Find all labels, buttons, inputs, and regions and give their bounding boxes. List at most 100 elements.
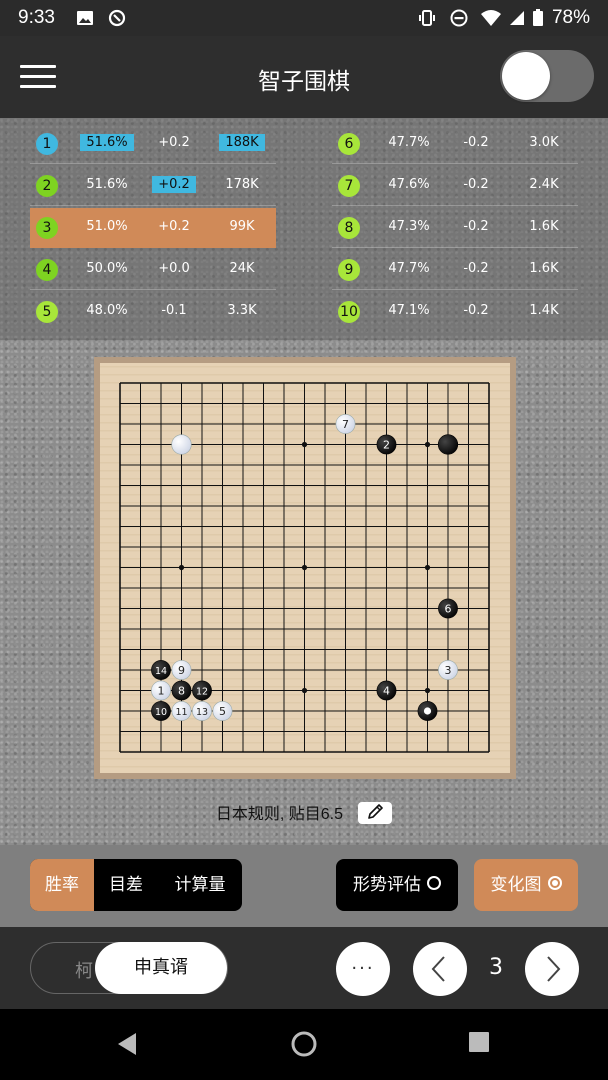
candidate-rank: 5 bbox=[36, 301, 58, 323]
bottom-controls: 柯 申真谞 ··· 3 bbox=[0, 927, 608, 1009]
variation-graph-label: 变化图 bbox=[490, 875, 542, 895]
last-move-marker bbox=[423, 707, 432, 715]
stone-label: 13 bbox=[196, 707, 208, 718]
stone-label: 8 bbox=[178, 684, 185, 697]
wifi-icon bbox=[481, 10, 501, 26]
rules-label: 日本规则, 贴目6.5 bbox=[0, 800, 608, 826]
stone-label: 3 bbox=[445, 664, 452, 677]
candidate-winrate: 47.6% bbox=[388, 177, 430, 192]
star-point bbox=[424, 441, 431, 448]
candidate-visits: 188K bbox=[216, 134, 268, 151]
candidate-moves-table: 1 51.6% +0.2 188K 2 51.6% +0.2 178K 3 51.0% +0.2 99… bbox=[0, 124, 608, 334]
candidate-score: -0.2 bbox=[463, 261, 489, 276]
candidate-rank: 1 bbox=[36, 133, 58, 155]
candidate-rank: 8 bbox=[338, 217, 360, 239]
candidate-row[interactable]: 6 47.7% -0.2 3.0K bbox=[332, 124, 578, 164]
candidate-rank: 10 bbox=[338, 301, 360, 323]
candidate-score: +0.2 bbox=[150, 176, 198, 193]
stone-label: 11 bbox=[175, 707, 187, 718]
player-switch[interactable]: 柯 申真谞 bbox=[30, 942, 228, 994]
white-stone bbox=[171, 434, 192, 455]
candidate-score: +0.2 bbox=[158, 135, 190, 150]
candidate-row[interactable]: 3 51.0% +0.2 99K bbox=[30, 208, 276, 248]
more-button[interactable]: ··· bbox=[336, 942, 390, 996]
status-time: 9:33 bbox=[18, 7, 55, 28]
stone-label: 5 bbox=[219, 705, 226, 718]
candidate-winrate: 51.6% bbox=[86, 177, 128, 192]
star-point bbox=[424, 687, 431, 694]
status-bar: 9:33 78% bbox=[0, 0, 608, 36]
candidate-rank: 2 bbox=[36, 175, 58, 197]
candidate-row[interactable]: 10 47.1% -0.2 1.4K bbox=[332, 292, 578, 332]
next-move-button[interactable] bbox=[525, 942, 579, 996]
back-triangle-icon[interactable] bbox=[116, 1031, 138, 1057]
candidate-rank: 9 bbox=[338, 259, 360, 281]
tab-winrate[interactable]: 胜率 bbox=[30, 859, 94, 911]
candidate-visits: 1.4K bbox=[529, 303, 559, 318]
candidate-winrate: 47.7% bbox=[388, 135, 430, 150]
tab-visits[interactable]: 计算量 bbox=[158, 859, 242, 911]
candidate-score: -0.2 bbox=[463, 303, 489, 318]
variation-graph-button[interactable]: 变化图 bbox=[474, 859, 578, 911]
star-point bbox=[178, 564, 185, 571]
chevron-right-icon bbox=[547, 956, 561, 982]
candidate-winrate: 51.0% bbox=[86, 219, 128, 234]
candidate-row[interactable]: 2 51.6% +0.2 178K bbox=[30, 166, 276, 206]
stone-label: 6 bbox=[445, 602, 452, 615]
battery-icon bbox=[533, 9, 543, 26]
home-circle-icon[interactable] bbox=[291, 1031, 317, 1057]
candidate-rank: 4 bbox=[36, 259, 58, 281]
candidate-rank: 3 bbox=[36, 217, 58, 239]
candidate-score: -0.2 bbox=[463, 177, 489, 192]
do-not-disturb-icon bbox=[450, 9, 468, 27]
black-stone bbox=[437, 434, 459, 455]
candidate-visits: 3.3K bbox=[227, 303, 257, 318]
candidate-row[interactable]: 8 47.3% -0.2 1.6K bbox=[332, 208, 578, 248]
previous-move-button[interactable] bbox=[413, 942, 467, 996]
vibrate-icon bbox=[419, 10, 435, 26]
go-board[interactable]: 2 7 6 3 4 14 91 8 12 10 11 13 5 bbox=[100, 363, 510, 773]
recents-square-icon[interactable] bbox=[468, 1031, 490, 1053]
candidate-row[interactable]: 4 50.0% +0.0 24K bbox=[30, 250, 276, 290]
candidate-visits: 2.4K bbox=[529, 177, 559, 192]
candidate-row[interactable]: 1 51.6% +0.2 188K bbox=[30, 124, 276, 164]
candidate-visits: 1.6K bbox=[529, 261, 559, 276]
candidate-score: -0.1 bbox=[161, 303, 187, 318]
stone-label: 14 bbox=[155, 666, 167, 677]
candidate-winrate: 47.7% bbox=[388, 261, 430, 276]
toggle-knob bbox=[502, 52, 550, 100]
stone-label: 1 bbox=[158, 684, 165, 697]
player-left-label[interactable]: 柯 bbox=[75, 957, 93, 983]
pencil-icon[interactable] bbox=[358, 801, 393, 824]
stone-label: 2 bbox=[383, 438, 390, 451]
move-number: 3 bbox=[489, 955, 503, 980]
analysis-toggle[interactable] bbox=[500, 50, 594, 102]
radio-empty-icon bbox=[427, 876, 441, 890]
situation-evaluation-button[interactable]: 形势评估 bbox=[336, 859, 458, 911]
candidate-row[interactable]: 5 48.0% -0.1 3.3K bbox=[30, 292, 276, 332]
candidate-row[interactable]: 7 47.6% -0.2 2.4K bbox=[332, 166, 578, 206]
situation-evaluation-label: 形势评估 bbox=[353, 875, 421, 895]
stone-label: 9 bbox=[178, 664, 185, 677]
image-notification-icon bbox=[77, 11, 93, 25]
player-right-label[interactable]: 申真谞 bbox=[95, 942, 227, 994]
candidate-rank: 6 bbox=[338, 133, 360, 155]
stone-label: 7 bbox=[342, 418, 349, 431]
candidate-visits: 99K bbox=[229, 219, 255, 234]
app-notification-icon bbox=[108, 9, 126, 27]
candidate-winrate: 51.6% bbox=[80, 134, 134, 151]
app-header: 智子围棋 bbox=[0, 36, 608, 118]
candidate-score: -0.2 bbox=[463, 135, 489, 150]
radio-selected-icon bbox=[547, 876, 562, 890]
candidate-visits: 3.0K bbox=[529, 135, 559, 150]
chevron-left-icon bbox=[431, 956, 445, 982]
stone-label: 4 bbox=[383, 684, 390, 697]
tab-score-diff[interactable]: 目差 bbox=[94, 859, 158, 911]
rules-text: 日本规则, 贴目6.5 bbox=[215, 806, 344, 823]
graph-mode-segmented-control: 胜率 目差 计算量 bbox=[30, 859, 242, 911]
candidate-score: +0.2 bbox=[158, 219, 190, 234]
mode-bar: 胜率 目差 计算量 形势评估 变化图 bbox=[0, 845, 608, 927]
candidate-row[interactable]: 9 47.7% -0.2 1.6K bbox=[332, 250, 578, 290]
candidate-visits: 24K bbox=[229, 261, 255, 276]
star-point bbox=[301, 687, 308, 694]
